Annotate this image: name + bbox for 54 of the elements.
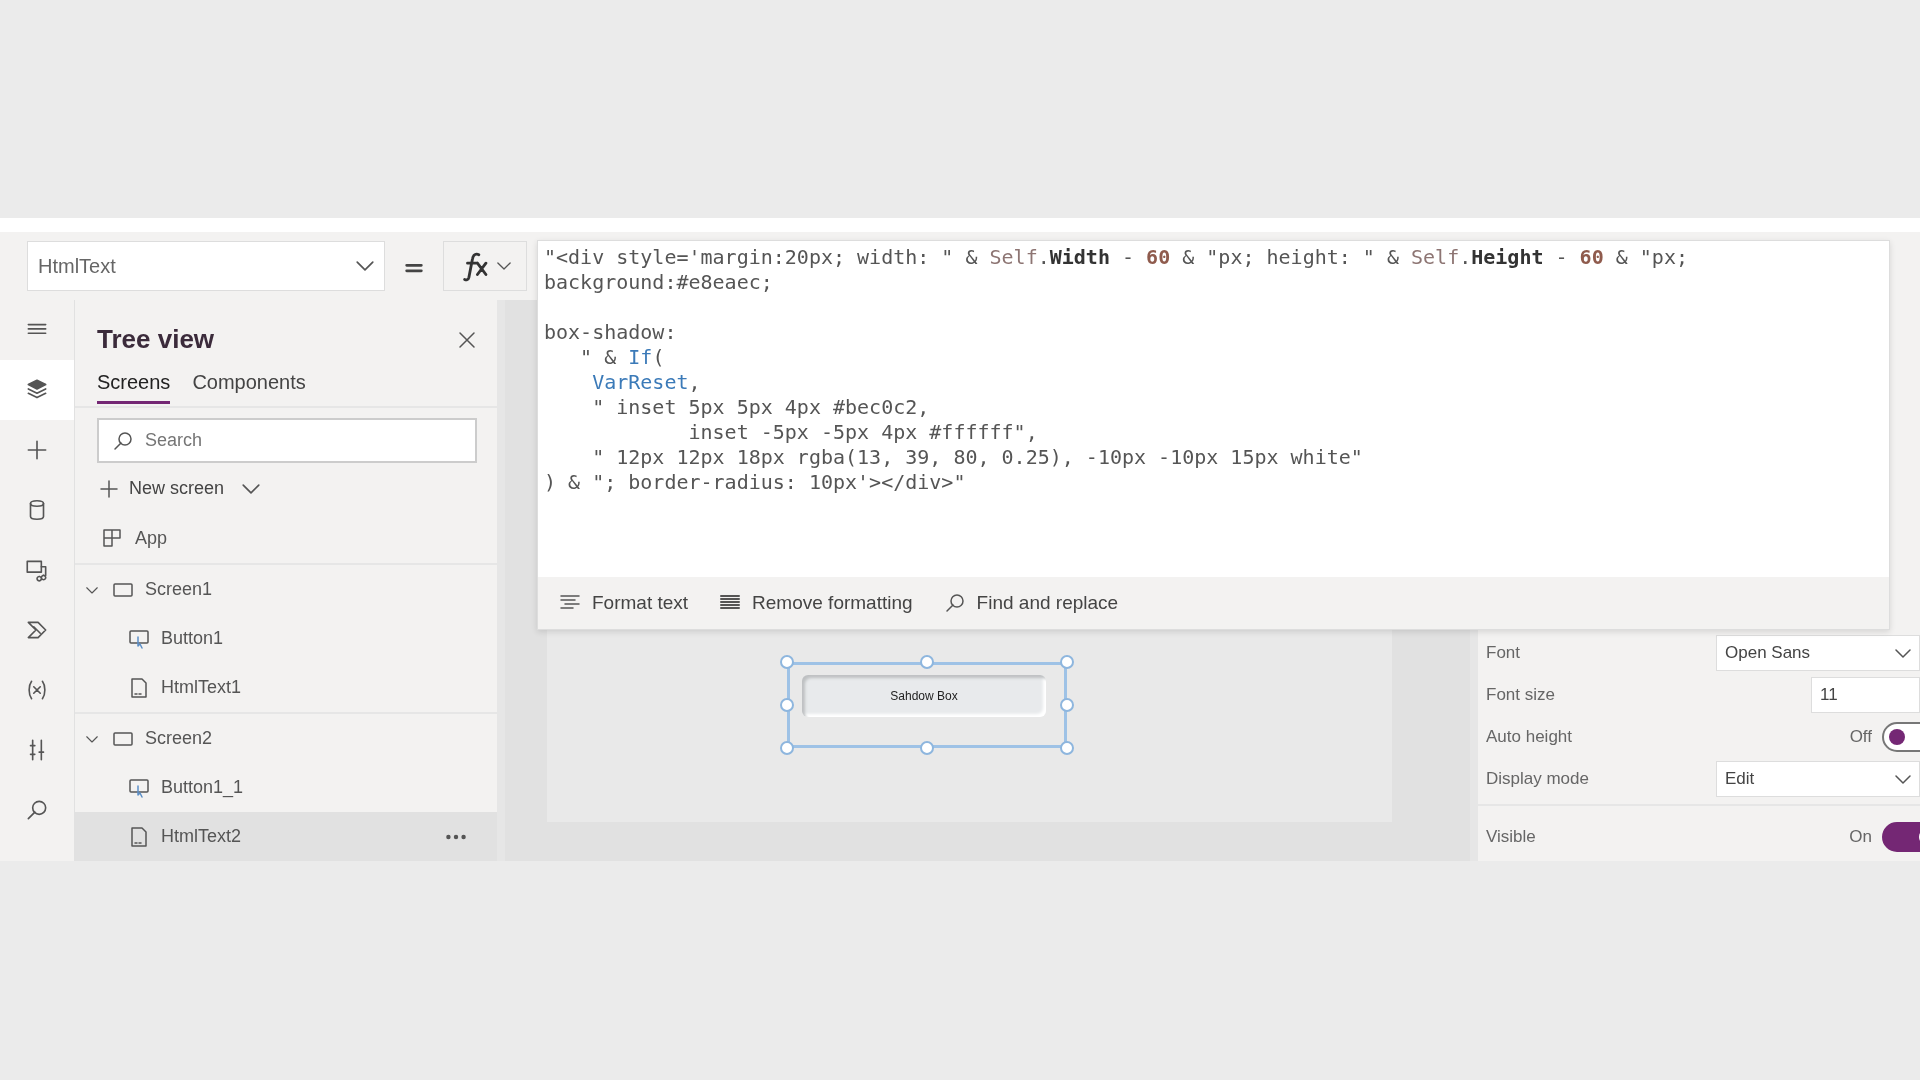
code-line: " inset 5px 5px 4px #bec0c2, (591, 395, 930, 420)
resize-handle[interactable] (780, 698, 794, 712)
property-label: Font size (1486, 684, 1556, 707)
chevron-icon (497, 262, 511, 270)
resize-handle[interactable] (920, 741, 934, 755)
shadow-box: Sahdow Box (802, 675, 1046, 717)
property-label: Visible (1486, 826, 1537, 849)
tab[interactable]: Screens (97, 363, 171, 404)
code-line: ) & "; border-radius: 10px'></div>" (544, 470, 966, 495)
property-dropdown[interactable]: HtmlText (27, 241, 385, 291)
tree-item[interactable]: Button1 (75, 614, 497, 663)
code-line: "<div style='margin:20px; width: " & Self.Width - 60 & "px; height: " & Self.Height - 60 & "px; (544, 245, 1688, 270)
resize-handle[interactable] (780, 741, 794, 755)
format-button[interactable]: Format text (558, 588, 689, 618)
tab[interactable]: Components (192, 363, 306, 404)
property-dropdown[interactable]: Open Sans (1716, 635, 1920, 671)
tree-item[interactable]: HtmlText2 (75, 812, 497, 861)
new-screen-button[interactable]: New screen (97, 471, 261, 506)
toggle-state: Off (1849, 726, 1872, 749)
code-line: VarReset, (591, 370, 701, 395)
property-label: Display mode (1486, 768, 1590, 791)
toggle-state: On (1849, 826, 1872, 849)
resize-handle[interactable] (1060, 655, 1074, 669)
tree-item[interactable]: Button1_1 (75, 763, 497, 812)
find-button[interactable]: Find and replace (942, 588, 1119, 618)
formula-editor[interactable] (537, 240, 1890, 630)
chevron-icon (1895, 648, 1911, 658)
tree-item[interactable]: Screen2 (75, 714, 497, 763)
property-dropdown[interactable]: Edit (1716, 761, 1920, 797)
chevron-icon (242, 483, 261, 494)
resize-handle[interactable] (780, 655, 794, 669)
property-label: Auto height (1486, 726, 1573, 749)
panel-title: Tree view (97, 323, 215, 356)
tree-item[interactable]: App (75, 514, 497, 563)
resize-handle[interactable] (920, 655, 934, 669)
function-button[interactable] (443, 241, 527, 291)
input-field[interactable]: 11 (1811, 677, 1920, 713)
resize-handle[interactable] (1060, 741, 1074, 755)
search-field[interactable]: Search (97, 418, 477, 463)
tree-item[interactable]: Screen1 (75, 565, 497, 614)
code-line: " & If( (579, 345, 665, 370)
selection-outline[interactable]: Sahdow Box (787, 662, 1067, 748)
code-line: background:#e8eaec; (544, 270, 773, 295)
chevron-icon (1895, 774, 1911, 784)
code-line: inset -5px -5px 4px #ffffff", (687, 420, 1038, 445)
tree-item[interactable]: HtmlText1 (75, 663, 497, 712)
resize-handle[interactable] (1060, 698, 1074, 712)
property-label: Font (1486, 642, 1522, 665)
code-line: box-shadow: (544, 320, 677, 345)
layers-tab[interactable] (0, 360, 74, 420)
code-line: " 12px 12px 18px rgba(13, 39, 80, 0.25), -10px -10px 15px white" (591, 445, 1363, 470)
chevron-icon (356, 261, 374, 271)
remove-button[interactable]: Remove formatting (718, 588, 913, 618)
search-icon (111, 429, 135, 453)
